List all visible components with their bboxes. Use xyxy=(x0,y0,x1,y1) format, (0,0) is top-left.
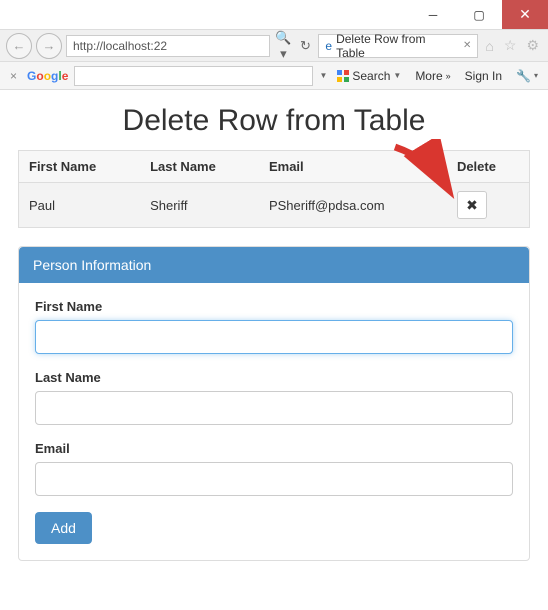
google-toolbar: × Google ▼ Search ▼ More » Sign In 🔧▾ xyxy=(0,62,548,90)
table-header-row: First Name Last Name Email Delete xyxy=(19,151,530,183)
last-name-input[interactable] xyxy=(35,391,513,425)
window-close-button[interactable]: ✕ xyxy=(502,0,548,29)
favorites-icon[interactable]: ☆ xyxy=(501,37,520,54)
browser-tab[interactable]: e Delete Row from Table ✕ xyxy=(318,34,478,58)
window-minimize-button[interactable]: ─ xyxy=(410,0,456,29)
delete-row-button[interactable]: ✖ xyxy=(457,191,487,219)
forward-button[interactable]: → xyxy=(36,33,62,59)
back-button[interactable]: ← xyxy=(6,33,32,59)
browser-address-bar: ← → 🔍▾ ↻ e Delete Row from Table ✕ ⌂ ☆ ⚙ xyxy=(0,30,548,62)
search-dropdown-icon[interactable]: 🔍▾ xyxy=(274,30,292,62)
search-button-label: Search xyxy=(352,69,390,83)
label-last-name: Last Name xyxy=(35,370,513,385)
page-content: Delete Row from Table First Name Last Na… xyxy=(0,90,548,569)
search-dropdown-arrow[interactable]: ▼ xyxy=(319,71,327,80)
panel-header: Person Information xyxy=(19,247,529,283)
toolbar-close-icon[interactable]: × xyxy=(6,69,21,83)
refresh-button[interactable]: ↻ xyxy=(296,38,314,54)
tab-close-icon[interactable]: ✕ xyxy=(463,40,471,51)
google-logo: Google xyxy=(27,69,68,83)
google-square-icon xyxy=(337,70,349,82)
window-maximize-button[interactable]: ▢ xyxy=(456,0,502,29)
google-signin-button[interactable]: Sign In xyxy=(461,69,506,83)
tools-icon[interactable]: ⚙ xyxy=(523,37,542,54)
google-search-button[interactable]: Search ▼ xyxy=(333,69,405,83)
google-search-input[interactable] xyxy=(74,66,313,86)
label-first-name: First Name xyxy=(35,299,513,314)
col-delete: Delete xyxy=(447,151,530,183)
col-email: Email xyxy=(259,151,447,183)
col-last-name: Last Name xyxy=(140,151,259,183)
cell-first-name: Paul xyxy=(19,183,141,228)
first-name-input[interactable] xyxy=(35,320,513,354)
table-row: Paul Sheriff PSheriff@pdsa.com ✖ xyxy=(19,183,530,228)
google-wrench-icon[interactable]: 🔧▾ xyxy=(512,69,542,83)
window-titlebar: ─ ▢ ✕ xyxy=(0,0,548,30)
cell-last-name: Sheriff xyxy=(140,183,259,228)
email-input[interactable] xyxy=(35,462,513,496)
add-button[interactable]: Add xyxy=(35,512,92,544)
people-table: First Name Last Name Email Delete Paul S… xyxy=(18,150,530,228)
col-first-name: First Name xyxy=(19,151,141,183)
google-more-button[interactable]: More » xyxy=(411,69,454,83)
page-title: Delete Row from Table xyxy=(18,104,530,138)
cell-email: PSheriff@pdsa.com xyxy=(259,183,447,228)
url-input[interactable] xyxy=(66,35,270,57)
person-info-panel: Person Information First Name Last Name … xyxy=(18,246,530,561)
label-email: Email xyxy=(35,441,513,456)
tab-title: Delete Row from Table xyxy=(336,32,457,60)
cell-delete: ✖ xyxy=(447,183,530,228)
panel-body: First Name Last Name Email Add xyxy=(19,283,529,560)
x-icon: ✖ xyxy=(466,197,478,214)
ie-icon: e xyxy=(325,39,332,53)
home-icon[interactable]: ⌂ xyxy=(482,38,496,54)
